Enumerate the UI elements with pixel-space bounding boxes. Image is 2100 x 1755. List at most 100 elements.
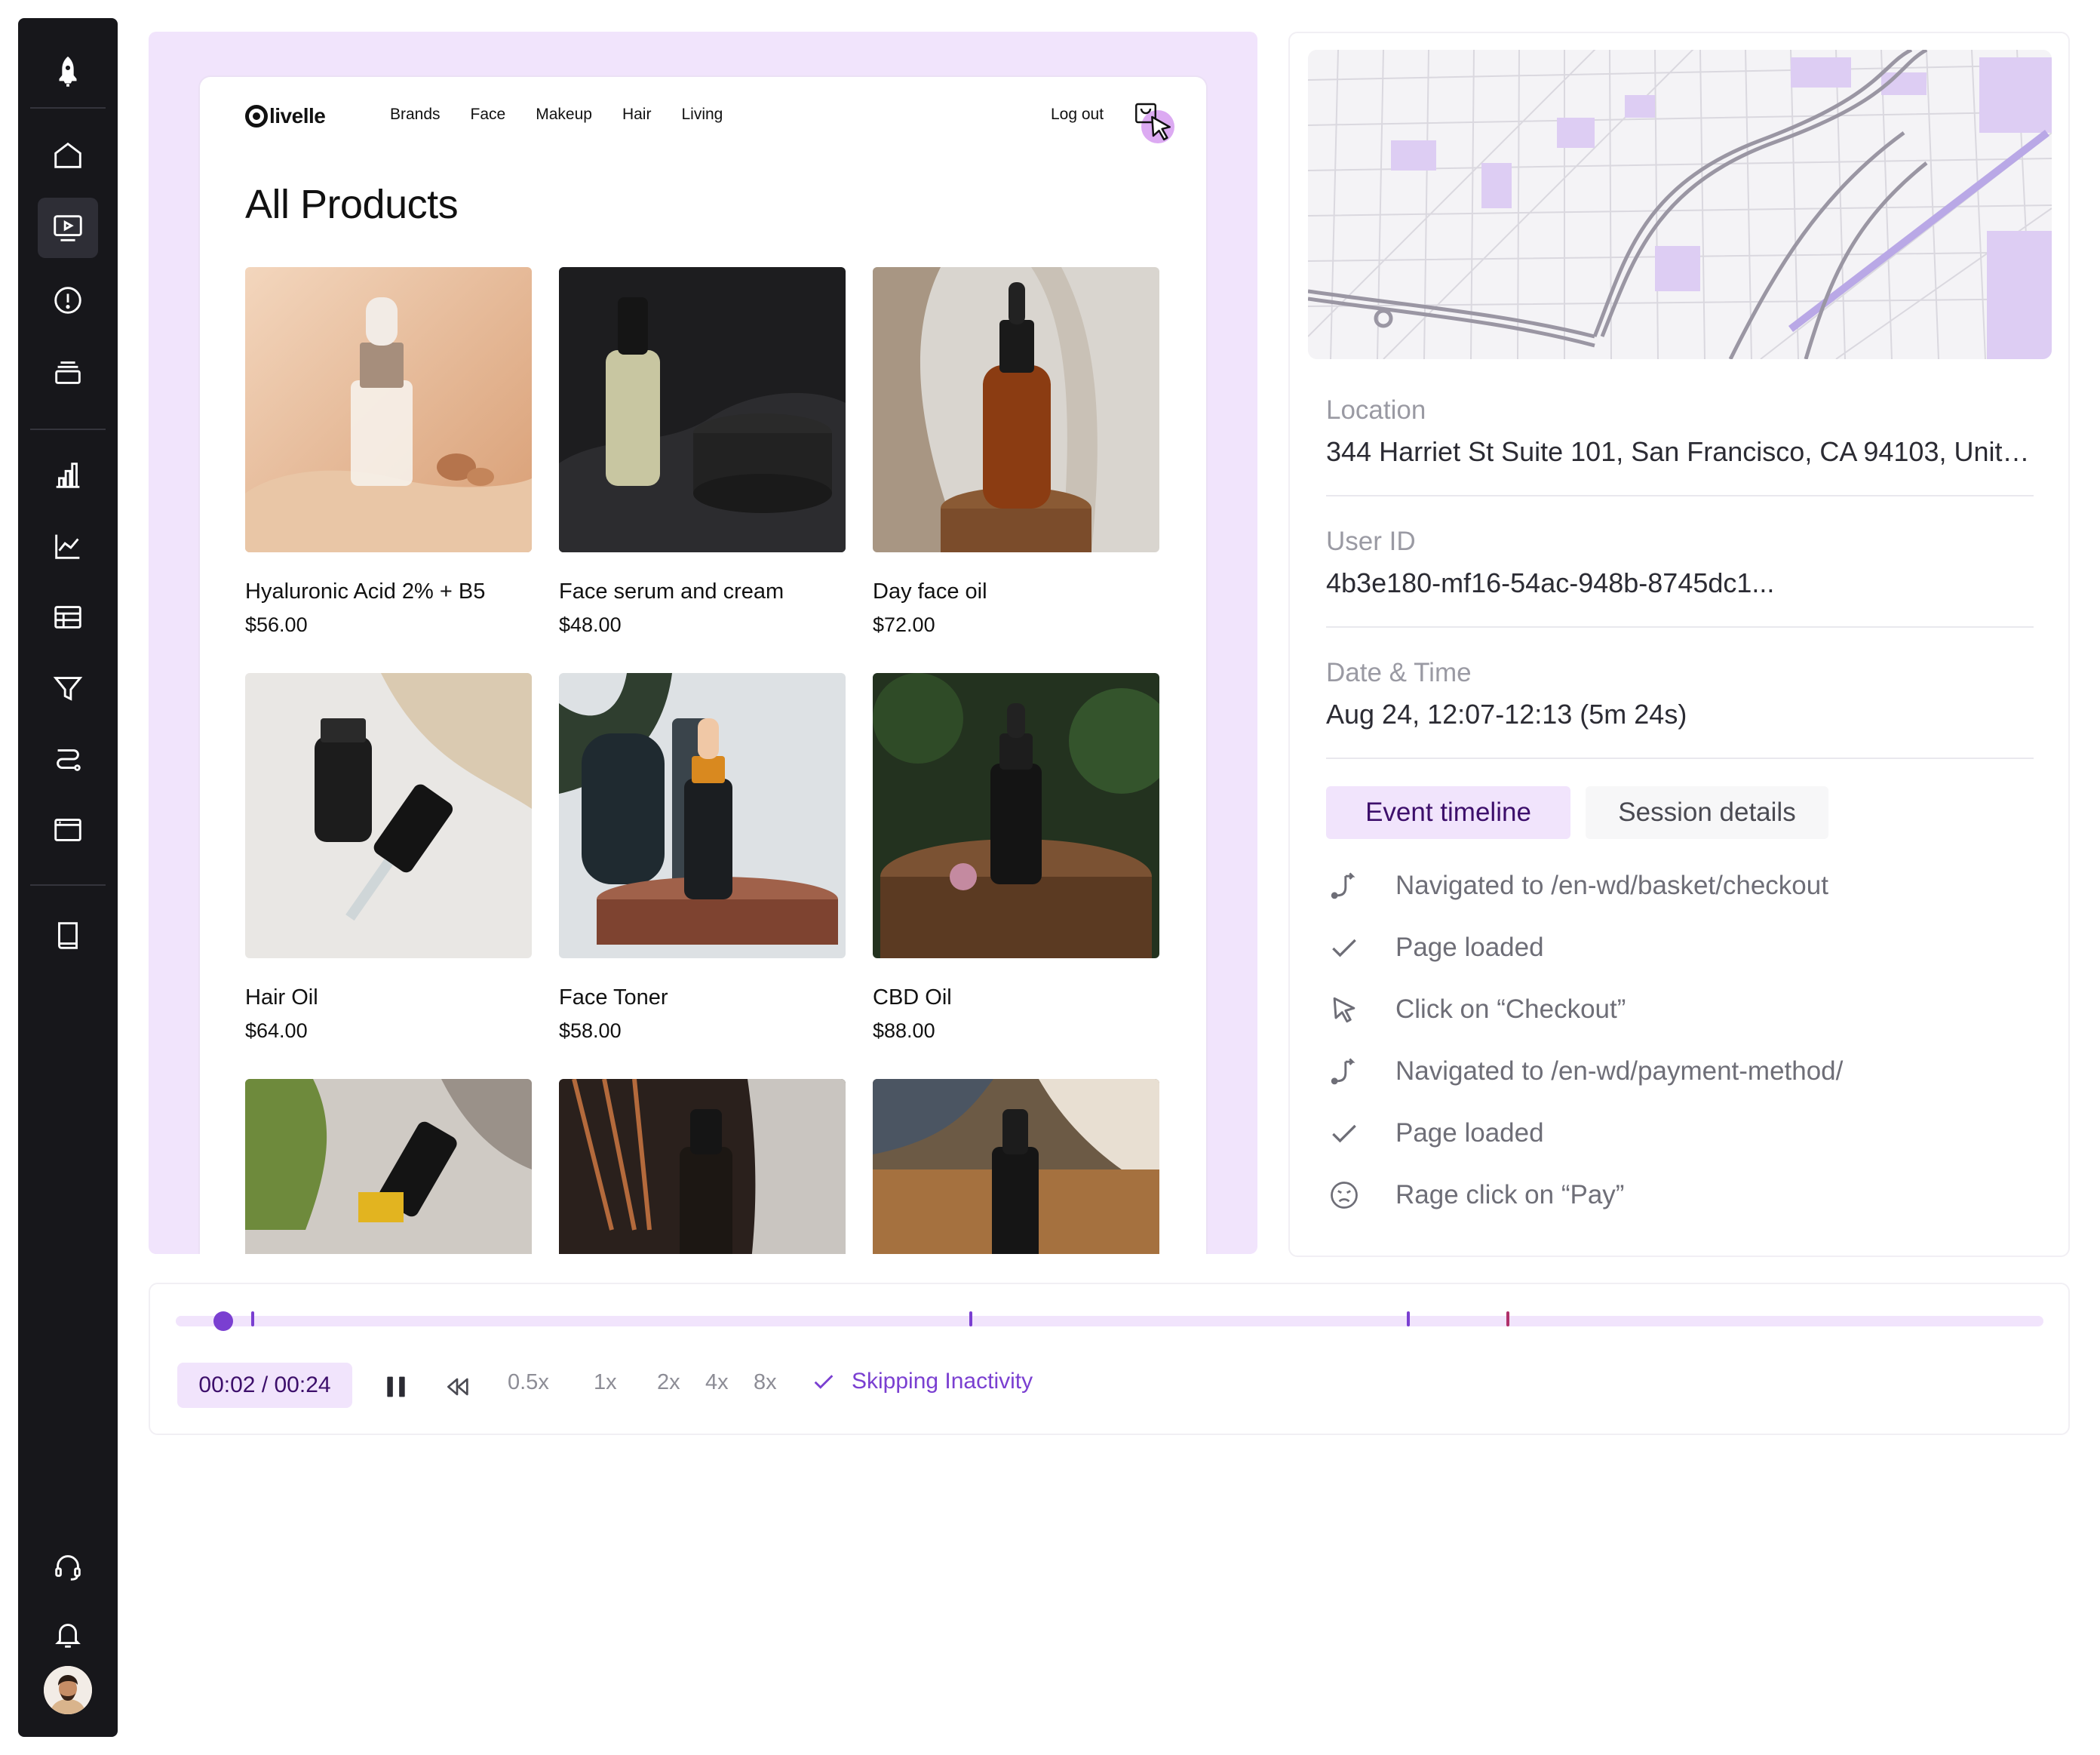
table-icon[interactable] [38, 587, 98, 647]
location-map[interactable] [1308, 50, 2052, 359]
event-text: Navigated to /en-wd/basket/checkout [1395, 871, 1828, 900]
speed-0.5x[interactable]: 0.5x [508, 1370, 549, 1395]
divider [1326, 758, 2034, 759]
product-image [245, 673, 532, 958]
product-card[interactable]: Hair Oil $64.00 [245, 673, 532, 1043]
stack-icon[interactable] [38, 343, 98, 403]
timeline-event[interactable]: Page loaded [1326, 925, 2034, 970]
rewind-icon [447, 1378, 468, 1396]
session-info-panel: Location 344 Harriet St Suite 101, San F… [1288, 32, 2070, 1257]
product-card[interactable]: Hyaluronic Acid 2% + B5 $56.00 [245, 267, 532, 637]
date-time-field: Date & Time Aug 24, 12:07-12:13 (5m 24s) [1326, 658, 2034, 730]
product-image [873, 267, 1159, 552]
user-id-field: User ID 4b3e180-mf16-54ac-948b-8745dc1..… [1326, 527, 2034, 599]
product-name[interactable]: Face Toner [559, 985, 846, 1010]
timeline-event[interactable]: Navigated to /en-wd/basket/checkout [1326, 863, 2034, 908]
sidebar-divider [30, 107, 106, 109]
timeline-event[interactable]: Rage click on “Pay” [1326, 1173, 2034, 1218]
location-value: 344 Harriet St Suite 101, San Francisco,… [1326, 436, 2034, 467]
bar-chart-icon[interactable] [38, 445, 98, 506]
date-time-value: Aug 24, 12:07-12:13 (5m 24s) [1326, 699, 1687, 730]
product-image [245, 1079, 532, 1254]
skip-inactivity-toggle[interactable]: Skipping Inactivity [811, 1369, 1033, 1394]
event-marker[interactable] [1407, 1311, 1410, 1326]
event-marker[interactable] [251, 1311, 254, 1326]
rewind-button[interactable] [441, 1372, 473, 1402]
product-name[interactable]: Hair Oil [245, 985, 532, 1010]
product-price: $58.00 [559, 1019, 622, 1042]
user-id-value[interactable]: 4b3e180-mf16-54ac-948b-8745dc1... [1326, 567, 2034, 599]
nav-link-living[interactable]: Living [681, 106, 723, 124]
event-text: Page loaded [1395, 933, 1544, 962]
speed-8x[interactable]: 8x [754, 1370, 777, 1395]
nav-link-face[interactable]: Face [471, 106, 506, 124]
sidebar [18, 18, 118, 1737]
sidebar-divider [30, 429, 106, 430]
bell-icon[interactable] [38, 1604, 98, 1664]
product-price: $64.00 [245, 1019, 308, 1042]
tab-session-details[interactable]: Session details [1586, 786, 1828, 839]
home-icon[interactable] [38, 125, 98, 186]
product-card[interactable]: CBD Oil $88.00 [873, 673, 1159, 1043]
event-marker[interactable] [969, 1311, 972, 1326]
tab-event-timeline[interactable]: Event timeline [1326, 786, 1570, 839]
product-name[interactable]: CBD Oil [873, 985, 1159, 1010]
session-replay-frame: livelle Brands Face Makeup Hair Living L… [149, 32, 1257, 1254]
nav-link-makeup[interactable]: Makeup [536, 106, 592, 124]
product-card[interactable]: Day face oil $72.00 [873, 267, 1159, 637]
pause-button[interactable] [381, 1372, 411, 1402]
book-icon[interactable] [38, 905, 98, 966]
nav-link-hair[interactable]: Hair [622, 106, 652, 124]
location-label: Location [1326, 395, 1426, 425]
product-card[interactable] [245, 1079, 532, 1254]
timeline-event[interactable]: Navigated to /en-wd/payment-method/ [1326, 1049, 2034, 1094]
journey-icon[interactable] [38, 729, 98, 789]
shop-nav-links: Brands Face Makeup Hair Living [390, 106, 723, 124]
line-chart-icon[interactable] [38, 516, 98, 576]
window-icon[interactable] [38, 800, 98, 860]
scrubber-handle[interactable] [213, 1311, 233, 1331]
product-card[interactable]: Face serum and cream $48.00 [559, 267, 846, 637]
nav-link-brands[interactable]: Brands [390, 106, 441, 124]
product-image [245, 267, 532, 552]
rocket-logo-icon[interactable] [38, 41, 98, 101]
timeline-event[interactable]: Click on “Checkout” [1326, 987, 2034, 1032]
product-name[interactable]: Face serum and cream [559, 579, 846, 604]
avatar[interactable] [44, 1666, 92, 1714]
event-text: Rage click on “Pay” [1395, 1180, 1625, 1209]
location-field: Location 344 Harriet St Suite 101, San F… [1326, 395, 2034, 468]
product-image [559, 673, 846, 958]
funnel-icon[interactable] [38, 658, 98, 718]
speed-4x[interactable]: 4x [705, 1370, 729, 1395]
cart-button[interactable] [1132, 100, 1177, 145]
event-text: Page loaded [1395, 1118, 1544, 1148]
pause-icon [387, 1376, 405, 1397]
product-name[interactable]: Day face oil [873, 579, 1159, 604]
product-card[interactable] [559, 1079, 846, 1254]
check-icon [1326, 930, 1362, 966]
product-card[interactable]: Face Toner $58.00 [559, 673, 846, 1043]
product-price: $88.00 [873, 1019, 935, 1042]
check-icon [814, 1375, 834, 1389]
product-price: $48.00 [559, 613, 622, 636]
replay-player-controls: 00:02 / 00:24 0.5x 1x 2x 4x 8x Skipping … [149, 1283, 2070, 1435]
logout-link[interactable]: Log out [1051, 106, 1104, 124]
alert-icon[interactable] [38, 270, 98, 330]
product-card[interactable] [873, 1079, 1159, 1254]
speed-1x[interactable]: 1x [594, 1370, 617, 1395]
shop-logo-text: livelle [269, 104, 326, 128]
navigate-icon [1326, 1053, 1362, 1090]
product-image [873, 673, 1159, 958]
timeline-scrubber[interactable] [176, 1311, 2043, 1331]
timeline-event[interactable]: Page loaded [1326, 1111, 2034, 1156]
divider [1326, 495, 2034, 496]
product-image [559, 267, 846, 552]
shop-logo[interactable]: livelle [245, 101, 326, 131]
product-name[interactable]: Hyaluronic Acid 2% + B5 [245, 579, 532, 604]
rage-click-marker[interactable] [1506, 1311, 1509, 1326]
cursor-icon [1326, 991, 1362, 1028]
check-icon [1326, 1115, 1362, 1151]
session-replay-icon[interactable] [38, 198, 98, 258]
headset-icon[interactable] [38, 1536, 98, 1597]
speed-2x[interactable]: 2x [657, 1370, 680, 1395]
